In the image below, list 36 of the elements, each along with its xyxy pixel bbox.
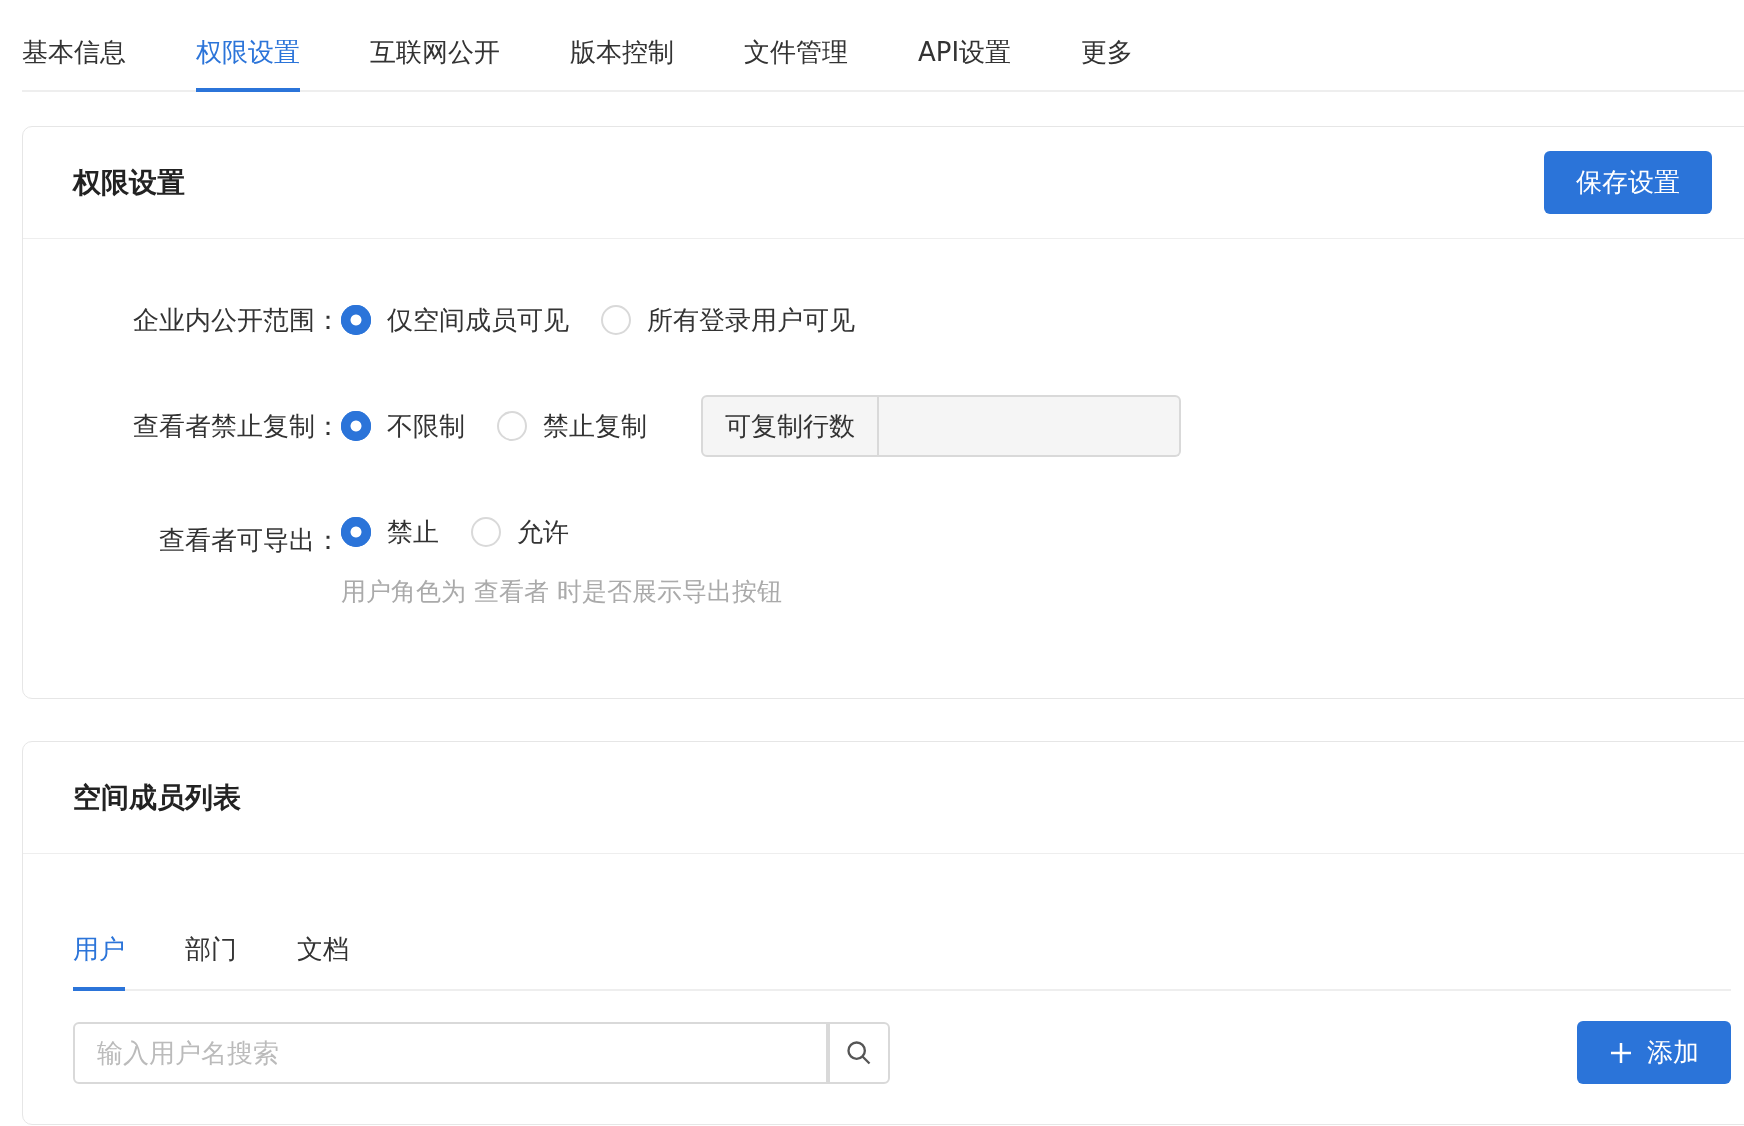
search-button[interactable] bbox=[828, 1021, 890, 1084]
tab[interactable]: 版本控制 bbox=[570, 35, 674, 92]
input-addon-label: 可复制行数 bbox=[701, 395, 879, 457]
radio-label: 不限制 bbox=[387, 409, 465, 443]
field-label: 企业内公开范围： bbox=[132, 304, 341, 337]
radio-button[interactable] bbox=[341, 411, 371, 441]
tab[interactable]: 用户 bbox=[73, 932, 125, 991]
radio-label: 仅空间成员可见 bbox=[387, 303, 569, 337]
field-label: 查看者禁止复制： bbox=[132, 410, 341, 443]
add-button[interactable]: 添加 bbox=[1577, 1021, 1731, 1084]
tab[interactable]: 文件管理 bbox=[744, 35, 848, 92]
tab[interactable]: 互联网公开 bbox=[370, 35, 500, 92]
search-field[interactable]: 输入用户名搜索 bbox=[73, 1021, 828, 1084]
plus-icon bbox=[1609, 1040, 1633, 1065]
tab[interactable]: API设置 bbox=[918, 35, 1012, 92]
card-title: 权限设置 bbox=[73, 164, 185, 201]
card-title: 空间成员列表 bbox=[73, 779, 241, 816]
tab[interactable]: 权限设置 bbox=[196, 35, 300, 92]
tab[interactable]: 更多 bbox=[1081, 35, 1134, 92]
tab[interactable]: 部门 bbox=[185, 932, 237, 991]
radio-label: 禁止复制 bbox=[543, 409, 647, 443]
radio-label: 所有登录用户可见 bbox=[647, 303, 855, 337]
save-button[interactable]: 保存设置 bbox=[1544, 151, 1712, 214]
radio-label: 允许 bbox=[517, 515, 569, 549]
radio-button[interactable] bbox=[341, 305, 371, 335]
radio-button[interactable] bbox=[471, 517, 501, 547]
radio-label: 禁止 bbox=[387, 515, 439, 549]
hint-text: 用户角色为 查看者 时是否展示导出按钮 bbox=[341, 576, 783, 608]
field-label: 查看者可导出： bbox=[158, 524, 341, 557]
radio-button[interactable] bbox=[497, 411, 527, 441]
radio-button[interactable] bbox=[601, 305, 631, 335]
tab[interactable]: 文档 bbox=[297, 932, 349, 991]
radio-button[interactable] bbox=[341, 517, 371, 547]
tab[interactable]: 基本信息 bbox=[22, 35, 126, 92]
line-count-field[interactable] bbox=[879, 395, 1181, 457]
search-icon bbox=[845, 1038, 873, 1067]
